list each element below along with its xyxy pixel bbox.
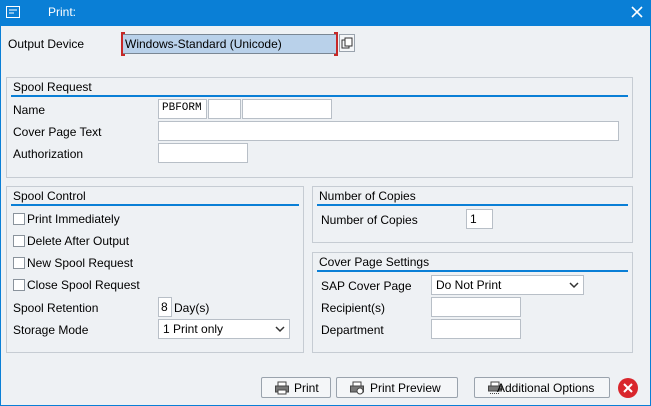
authorization-input[interactable] xyxy=(158,143,248,163)
number-of-copies-divider xyxy=(317,204,628,206)
name-field-2[interactable] xyxy=(208,99,241,119)
spool-request-divider xyxy=(11,95,628,97)
chevron-down-icon xyxy=(569,282,579,289)
name-field-1[interactable]: PBFORM xyxy=(158,99,207,119)
storage-mode-value: 1 Print only xyxy=(163,322,224,336)
number-of-copies-input[interactable]: 1 xyxy=(466,209,493,229)
authorization-label: Authorization xyxy=(13,147,84,161)
close-icon[interactable] xyxy=(629,4,645,20)
cover-page-text-input[interactable] xyxy=(158,121,619,141)
storage-mode-select[interactable]: 1 Print only xyxy=(158,319,290,339)
window-title: Print: xyxy=(48,5,77,19)
print-immediately-label: Print Immediately xyxy=(27,212,120,226)
title-bar: Print: xyxy=(0,0,651,26)
print-immediately-checkbox[interactable] xyxy=(13,213,25,225)
number-of-copies-title: Number of Copies xyxy=(319,189,416,203)
additional-options-button[interactable]: Additional Options xyxy=(474,377,610,398)
focus-marker-right xyxy=(334,32,338,56)
cancel-icon xyxy=(623,383,633,393)
output-device-label: Output Device xyxy=(8,37,85,51)
chevron-down-icon xyxy=(275,326,285,333)
cancel-button[interactable] xyxy=(618,378,638,398)
sap-cover-page-select[interactable]: Do Not Print xyxy=(431,275,584,295)
spool-control-title: Spool Control xyxy=(13,189,86,203)
focus-marker-left xyxy=(121,32,125,56)
name-field-3[interactable] xyxy=(242,99,332,119)
print-preview-button-label: Print Preview xyxy=(370,381,441,395)
additional-options-button-label: Additional Options xyxy=(497,381,595,395)
new-spool-request-checkbox[interactable] xyxy=(13,257,25,269)
delete-after-output-label: Delete After Output xyxy=(27,234,130,248)
printer-icon xyxy=(275,381,289,395)
spool-retention-unit: Day(s) xyxy=(174,301,210,315)
print-preview-button[interactable]: Print Preview xyxy=(336,377,458,398)
spool-retention-label: Spool Retention xyxy=(13,301,99,315)
spool-retention-input[interactable]: 8 xyxy=(158,297,172,317)
name-label: Name xyxy=(13,103,46,117)
spool-request-title: Spool Request xyxy=(13,80,92,94)
cover-page-settings-title: Cover Page Settings xyxy=(319,255,430,269)
number-of-copies-label: Number of Copies xyxy=(321,213,418,227)
sap-cover-page-label: SAP Cover Page xyxy=(321,279,412,293)
recipients-input[interactable] xyxy=(431,297,521,317)
cover-page-settings-divider xyxy=(317,270,628,272)
print-button-label: Print xyxy=(294,381,319,395)
search-help-icon xyxy=(341,37,353,49)
print-preview-icon xyxy=(350,381,364,395)
delete-after-output-checkbox[interactable] xyxy=(13,235,25,247)
cover-page-text-label: Cover Page Text xyxy=(13,125,102,139)
storage-mode-label: Storage Mode xyxy=(13,323,89,337)
output-device-input[interactable]: Windows-Standard (Unicode) xyxy=(121,34,338,54)
new-spool-request-label: New Spool Request xyxy=(27,256,134,270)
number-of-copies-value: 1 xyxy=(470,212,477,226)
output-device-value: Windows-Standard (Unicode) xyxy=(125,37,282,51)
close-spool-request-label: Close Spool Request xyxy=(27,278,140,292)
window-edit-icon xyxy=(6,6,20,18)
sap-cover-page-value: Do Not Print xyxy=(436,278,502,292)
name-field-1-value: PBFORM xyxy=(162,102,202,114)
spool-retention-value: 8 xyxy=(161,300,168,314)
spool-control-divider xyxy=(11,204,299,206)
department-input[interactable] xyxy=(431,319,521,339)
search-help-button[interactable] xyxy=(339,34,355,52)
recipients-label: Recipient(s) xyxy=(321,301,386,315)
close-spool-request-checkbox[interactable] xyxy=(13,279,25,291)
department-label: Department xyxy=(321,323,384,337)
print-button[interactable]: Print xyxy=(261,377,331,398)
